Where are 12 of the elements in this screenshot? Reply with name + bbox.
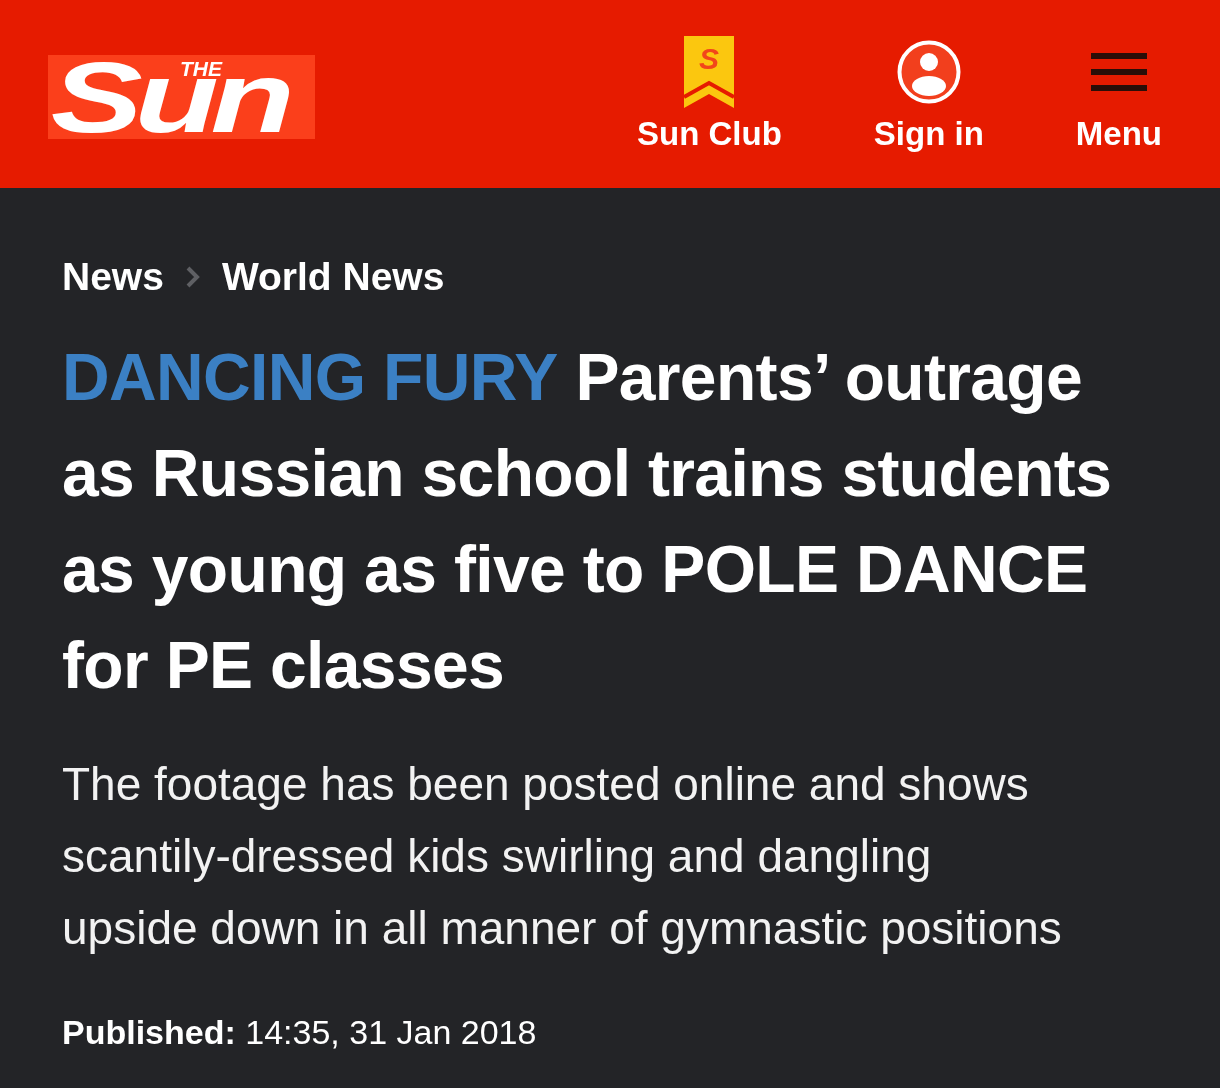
chevron-right-icon (185, 266, 200, 288)
breadcrumb-link[interactable]: World News (221, 253, 445, 301)
headline: DANCING FURY Parents’ outrage as Russian school trains students as young as five to POLE DANCE for PE classes (62, 339, 1113, 704)
menu-icon (1090, 53, 1147, 91)
menu-button[interactable]: Menu (1075, 34, 1162, 154)
bookmark-icon: S (684, 36, 735, 108)
sign-in-link[interactable]: Sign in (873, 34, 984, 154)
user-icon (896, 40, 961, 104)
club-link[interactable]: S Sun Club (637, 34, 782, 154)
published-date: Published: 14:35, 31 Jan 2018 (62, 1012, 538, 1053)
breadcrumb-link[interactable]: News (62, 253, 164, 301)
article-summary: The footage has been posted online and shows scantily-dressed kids swirling and dangling upside down in all manner of gymnastic positions (62, 757, 1063, 956)
